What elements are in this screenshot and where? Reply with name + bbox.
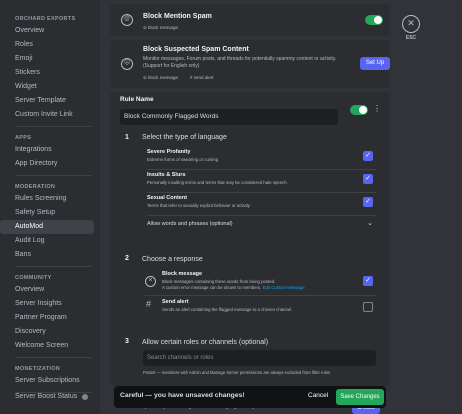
- sidebar-item-integrations[interactable]: Integrations: [0, 143, 94, 157]
- sidebar-divider: [15, 126, 92, 127]
- sidebar-divider: [15, 175, 92, 176]
- mention-spam-title: Block Mention Spam: [143, 13, 212, 20]
- response-options-box: × Block message Block messages containin…: [143, 268, 378, 324]
- esc-label: ESC: [405, 35, 417, 41]
- sidebar-item-stickers[interactable]: Stickers: [0, 66, 94, 80]
- sidebar-item-widget[interactable]: Widget: [0, 80, 94, 94]
- sidebar-item-server-insights[interactable]: Server Insights: [0, 297, 94, 311]
- boost-status-icon: [82, 394, 88, 400]
- language-options-box: Severe Profanity Extreme forms of sweari…: [143, 146, 378, 236]
- block-message-desc-2: A custom error message can be shown to m…: [162, 285, 305, 290]
- spam-content-card[interactable]: ☹ Block Suspected Spam Content Monitor m…: [110, 40, 390, 88]
- option-sexual-content-desc: Terms that refer to sexually explicit be…: [147, 203, 250, 208]
- mention-spam-toggle[interactable]: [365, 15, 383, 25]
- settings-sidebar: ORCHARD EXPORTS Overview Roles Emoji Sti…: [0, 0, 100, 414]
- sidebar-divider: [15, 357, 92, 358]
- block-message-checkbox[interactable]: ✓: [363, 276, 373, 286]
- sidebar-section-apps: APPS: [15, 135, 32, 141]
- sidebar-item-rules-screening[interactable]: Rules Screening: [0, 192, 94, 206]
- tag-label: block message: [148, 25, 179, 30]
- shield-icon: ⊘: [143, 75, 147, 80]
- option-insults-title: Insults & Slurs: [147, 172, 186, 178]
- option-severe-profanity-desc: Extreme forms of swearing or cursing: [147, 157, 219, 162]
- step-3-number: 3: [125, 338, 129, 345]
- step-2-label: Choose a response: [142, 256, 203, 263]
- hash-icon: #: [190, 75, 193, 80]
- divider: [147, 215, 377, 216]
- option-severe-profanity-title: Severe Profanity: [147, 149, 191, 155]
- spam-content-tag-alert: # send alert: [190, 75, 214, 80]
- edit-custom-message-link[interactable]: Edit Custom Message: [263, 285, 305, 290]
- unsaved-message: Careful — you have unsaved changes!: [120, 392, 245, 399]
- rule-enabled-toggle[interactable]: [350, 105, 368, 115]
- sidebar-section-community: COMMUNITY: [15, 275, 52, 281]
- search-roles-input[interactable]: Search channels or roles: [143, 350, 376, 366]
- step-1-label: Select the type of language: [142, 134, 227, 141]
- rule-editor-card: Rule Name Block Commonly Flagged Words ⋮…: [110, 92, 390, 386]
- step-3-label: Allow certain roles or channels (optiona…: [142, 339, 269, 346]
- divider: [147, 192, 377, 193]
- block-message-desc: Block messages containing these words fr…: [162, 279, 276, 284]
- send-alert-title: Send alert: [162, 299, 189, 305]
- smiley-icon: ☹: [121, 58, 133, 70]
- divider: [145, 295, 377, 296]
- automod-content: @ Block Mention Spam ⊘ block message ☹ B…: [100, 0, 462, 414]
- mention-spam-card[interactable]: @ Block Mention Spam ⊘ block message: [110, 4, 390, 36]
- tag-label: send alert: [193, 75, 214, 80]
- rule-name-label: Rule Name: [120, 96, 154, 103]
- sidebar-item-app-directory[interactable]: App Directory: [0, 157, 94, 171]
- sidebar-item-welcome-screen[interactable]: Welcome Screen: [0, 339, 94, 353]
- divider: [147, 169, 377, 170]
- sidebar-item-community-overview[interactable]: Overview: [0, 283, 94, 297]
- mention-spam-tag: ⊘ block message: [143, 25, 178, 31]
- sidebar-section-monetization: MONETIZATION: [15, 366, 61, 372]
- spam-content-tag-block: ⊘ block message: [143, 75, 178, 81]
- sidebar-item-discovery[interactable]: Discovery: [0, 325, 94, 339]
- shield-icon: ⊘: [143, 25, 147, 30]
- block-icon: ×: [145, 276, 156, 287]
- insults-checkbox[interactable]: ✓: [363, 174, 373, 184]
- allow-words-dropdown[interactable]: Allow words and phrases (optional) ⌄: [147, 218, 377, 232]
- step-2-number: 2: [125, 255, 129, 262]
- unsaved-changes-bar: Careful — you have unsaved changes! Canc…: [114, 386, 386, 408]
- rule-name-input[interactable]: Block Commonly Flagged Words: [120, 109, 338, 125]
- step-1-number: 1: [125, 134, 129, 141]
- sidebar-item-custom-invite-link[interactable]: Custom Invite Link: [0, 108, 94, 122]
- block-message-title: Block message: [162, 271, 203, 277]
- sidebar-item-roles[interactable]: Roles: [0, 38, 94, 52]
- sidebar-item-partner-program[interactable]: Partner Program: [0, 311, 94, 325]
- sidebar-item-bans[interactable]: Bans: [0, 248, 94, 262]
- more-options-icon[interactable]: ⋮: [373, 104, 381, 113]
- sidebar-section-moderation: MODERATION: [15, 184, 56, 190]
- save-changes-button[interactable]: Save Changes: [336, 389, 384, 405]
- chevron-down-icon: ⌄: [367, 220, 373, 227]
- sidebar-divider: [15, 266, 92, 267]
- sidebar-item-emoji[interactable]: Emoji: [0, 52, 94, 66]
- sidebar-section-server: ORCHARD EXPORTS: [15, 16, 76, 22]
- custom-message-desc: A custom error message can be shown to m…: [162, 285, 262, 290]
- close-icon[interactable]: ✕: [402, 15, 420, 33]
- sidebar-item-safety-setup[interactable]: Safety Setup: [0, 206, 94, 220]
- sidebar-item-server-template[interactable]: Server Template: [0, 94, 94, 108]
- option-insults-desc: Personally insulting terms and terms tha…: [147, 180, 287, 185]
- sidebar-item-server-subscriptions[interactable]: Server Subscriptions: [0, 374, 94, 388]
- sidebar-item-automod[interactable]: AutoMod: [0, 220, 94, 234]
- sidebar-item-server-boost-status[interactable]: Server Boost Status: [15, 393, 77, 400]
- tag-label: block message: [148, 75, 179, 80]
- hash-icon: #: [146, 299, 152, 309]
- spam-content-title: Block Suspected Spam Content: [143, 46, 249, 53]
- sidebar-item-audit-log[interactable]: Audit Log: [0, 234, 94, 248]
- exclusion-note: Psssst — members with Admin and Manage S…: [143, 370, 331, 375]
- send-alert-desc: Sends an alert containing the flagged me…: [162, 307, 293, 312]
- sidebar-item-overview[interactable]: Overview: [0, 24, 94, 38]
- sexual-content-checkbox[interactable]: ✓: [363, 197, 373, 207]
- allow-words-label: Allow words and phrases (optional): [147, 221, 233, 227]
- spam-content-desc: Monitor messages, Forum posts, and threa…: [143, 56, 337, 69]
- severe-profanity-checkbox[interactable]: ✓: [363, 151, 373, 161]
- set-up-button[interactable]: Set Up: [360, 57, 390, 70]
- cancel-button[interactable]: Cancel: [308, 392, 328, 399]
- at-icon: @: [121, 14, 133, 26]
- send-alert-checkbox[interactable]: [363, 302, 373, 312]
- option-sexual-content-title: Sexual Content: [147, 195, 188, 201]
